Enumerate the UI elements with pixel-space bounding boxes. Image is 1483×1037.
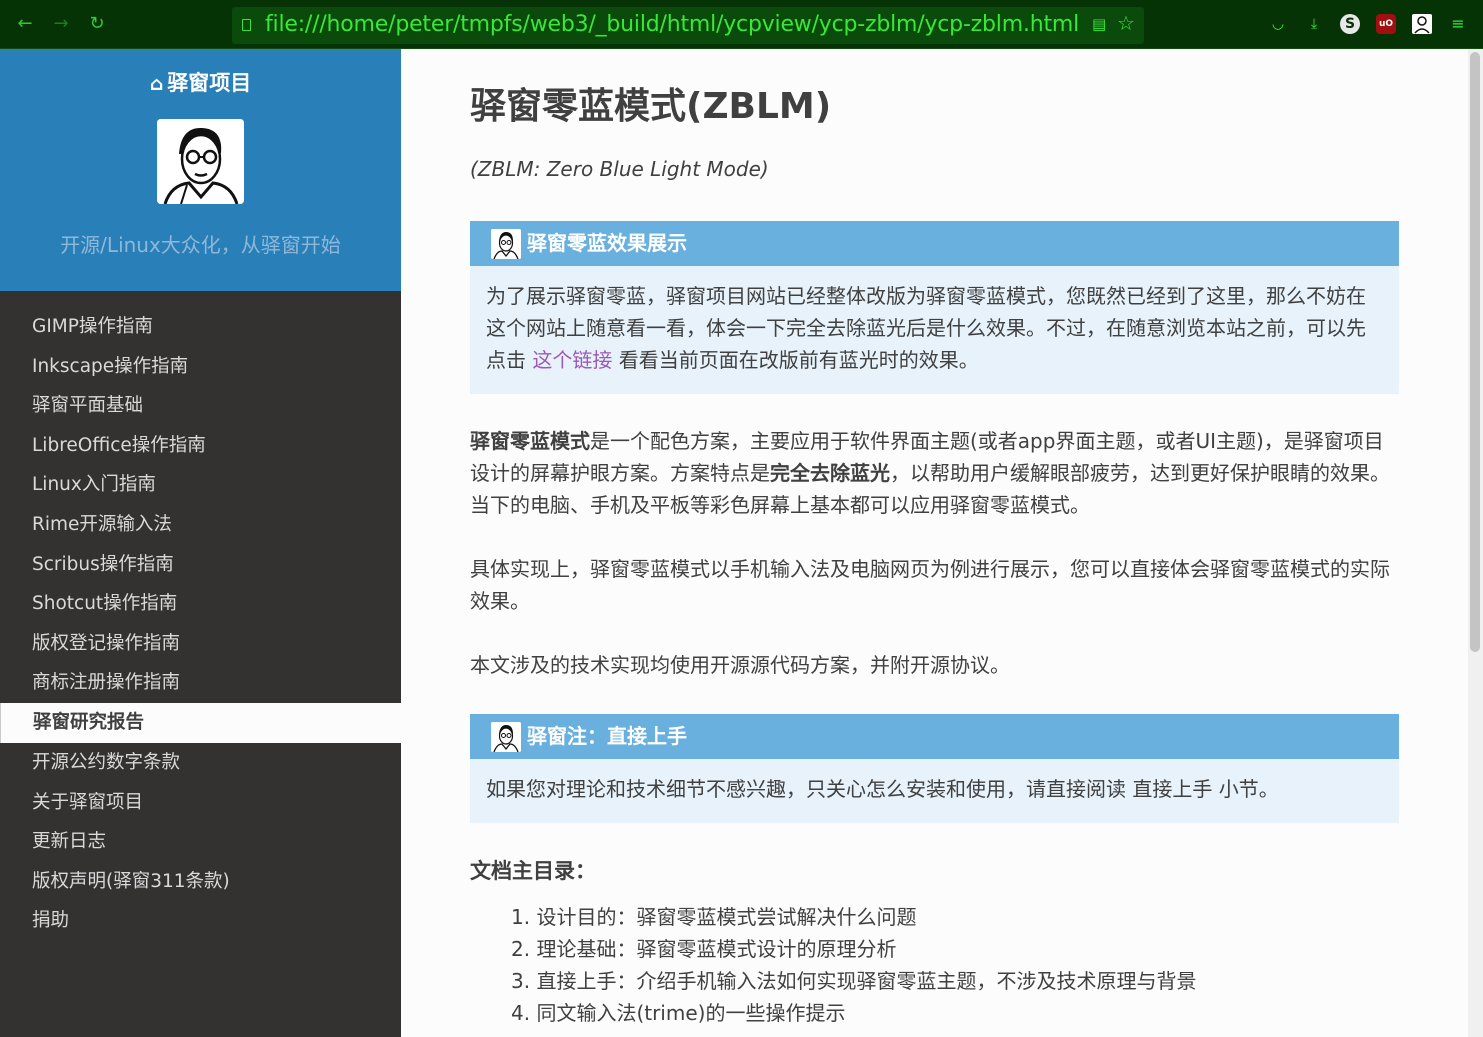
admonition-title: 驿窗零蓝效果展示 [470,221,1399,266]
implementation-paragraph: 具体实现上，驿窗零蓝模式以手机输入法及电脑网页为例进行展示，您可以直接体会驿窗零… [470,557,1390,613]
home-label: 驿窗项目 [167,71,252,95]
admonition-body: 为了展示驿窗零蓝，驿窗项目网站已经整体改版为驿窗零蓝模式，您既然已经到了这里，那… [470,266,1399,376]
nav-item-graphic-basics[interactable]: 驿窗平面基础 [0,386,401,426]
home-link[interactable]: ⌂ 驿窗项目 [0,67,401,97]
reload-icon[interactable]: ↻ [85,12,109,36]
open-source-paragraph: 本文涉及的技术实现均使用开源源代码方案，并附开源协议。 [470,653,1010,677]
nav-item-inkscape[interactable]: Inkscape操作指南 [0,347,401,387]
avatar-icon [491,229,521,259]
toc-title: 文档主目录： [470,859,596,883]
sidebar-header: ⌂ 驿窗项目 开源/Linux大众化，从驿窗开始 [0,49,401,291]
url-text[interactable]: file:///home/peter/tmpfs/web3/_build/htm… [265,12,1079,37]
admonition-quickstart: 驿窗注：直接上手 如果您对理论和技术细节不感兴趣，只关心怎么安装和使用，请直接阅… [470,714,1399,823]
nav-item-research-reports[interactable]: 驿窗研究报告 [0,702,401,743]
menu-icon[interactable]: ≡ [1448,14,1468,34]
home-icon: ⌂ [149,73,164,95]
avatar-extension-icon[interactable] [1412,14,1432,34]
intro-paragraph: 驿窗零蓝模式是一个配色方案，主要应用于软件界面主题(或者app界面主题，或者UI… [470,425,1399,521]
back-arrow-icon[interactable]: ← [13,12,37,36]
s-extension-icon[interactable]: S [1340,14,1360,34]
nav-item-copyright-registration[interactable]: 版权登记操作指南 [0,624,401,664]
nav-item-libreoffice[interactable]: LibreOffice操作指南 [0,426,401,466]
toc-item[interactable]: 1. 设计目的：驿窗零蓝模式尝试解决什么问题 [511,901,1196,933]
page-title: 驿窗零蓝模式(ZBLM) [470,86,832,127]
logo-avatar[interactable] [157,119,244,204]
nav-item-changelog[interactable]: 更新日志 [0,822,401,862]
nav-item-scribus[interactable]: Scribus操作指南 [0,545,401,585]
admonition-title-text: 驿窗注：直接上手 [527,724,687,748]
sidebar-nav: GIMP操作指南 Inkscape操作指南 驿窗平面基础 LibreOffice… [0,307,401,941]
tagline: 开源/Linux大众化，从驿窗开始 [60,233,341,257]
admonition-body: 如果您对理论和技术细节不感兴趣，只关心怎么安装和使用，请直接阅读 直接上手 小节… [486,777,1279,801]
avatar-icon [491,722,521,752]
scrollbar-thumb[interactable] [1470,52,1480,652]
nav-item-rime[interactable]: Rime开源输入法 [0,505,401,545]
nav-item-copyright-notice[interactable]: 版权声明(驿窗311条款) [0,862,401,902]
admonition-title-text: 驿窗零蓝效果展示 [527,231,687,255]
term-zblm: 驿窗零蓝模式 [470,429,590,453]
nav-item-about[interactable]: 关于驿窗项目 [0,783,401,823]
toc-item[interactable]: 2. 理论基础：驿窗零蓝模式设计的原理分析 [511,933,1196,965]
forward-arrow-icon[interactable]: → [49,12,73,36]
sidebar: ⌂ 驿窗项目 开源/Linux大众化，从驿窗开始 GIMP操作指南 Inkscap… [0,49,401,1037]
pocket-icon[interactable]: ◡ [1268,14,1288,34]
download-icon[interactable]: ⤓ [1304,14,1324,34]
toc-list: 1. 设计目的：驿窗零蓝模式尝试解决什么问题 2. 理论基础：驿窗零蓝模式设计的… [511,901,1196,1029]
nav-item-linux[interactable]: Linux入门指南 [0,465,401,505]
admonition-demo: 驿窗零蓝效果展示 为了展示驿窗零蓝，驿窗项目网站已经整体改版为驿窗零蓝模式，您既… [470,221,1399,394]
browser-toolbar: ← → ↻ file:///home/peter/tmpfs/web3/_bui… [0,0,1483,49]
nav-item-open-source-terms[interactable]: 开源公约数字条款 [0,743,401,783]
main-content: 驿窗零蓝模式(ZBLM) (ZBLM: Zero Blue Light Mode… [401,49,1468,1037]
toc-item[interactable]: 4. 同文输入法(trime)的一些操作提示 [511,997,1196,1029]
toc-item[interactable]: 3. 直接上手：介绍手机输入法如何实现驿窗零蓝主题，不涉及技术原理与背景 [511,965,1196,997]
nav-item-trademark[interactable]: 商标注册操作指南 [0,663,401,703]
reader-view-icon[interactable]: ▤ [1092,15,1106,33]
page-icon [242,19,251,31]
ublock-icon[interactable]: uO [1376,14,1396,34]
bookmark-star-icon[interactable]: ☆ [1117,11,1135,35]
page-subtitle: (ZBLM: Zero Blue Light Mode) [470,157,769,181]
admonition-text-after: 看看当前页面在改版前有蓝光时的效果。 [612,348,979,372]
nav-item-gimp[interactable]: GIMP操作指南 [0,307,401,347]
blue-light-version-link[interactable]: 这个链接 [532,348,612,372]
nav-item-shotcut[interactable]: Shotcut操作指南 [0,584,401,624]
address-bar[interactable]: file:///home/peter/tmpfs/web3/_build/htm… [232,7,1144,44]
nav-item-donate[interactable]: 捐助 [0,901,401,941]
term-remove-blue-light: 完全去除蓝光 [770,461,890,485]
admonition-title: 驿窗注：直接上手 [470,714,1399,759]
